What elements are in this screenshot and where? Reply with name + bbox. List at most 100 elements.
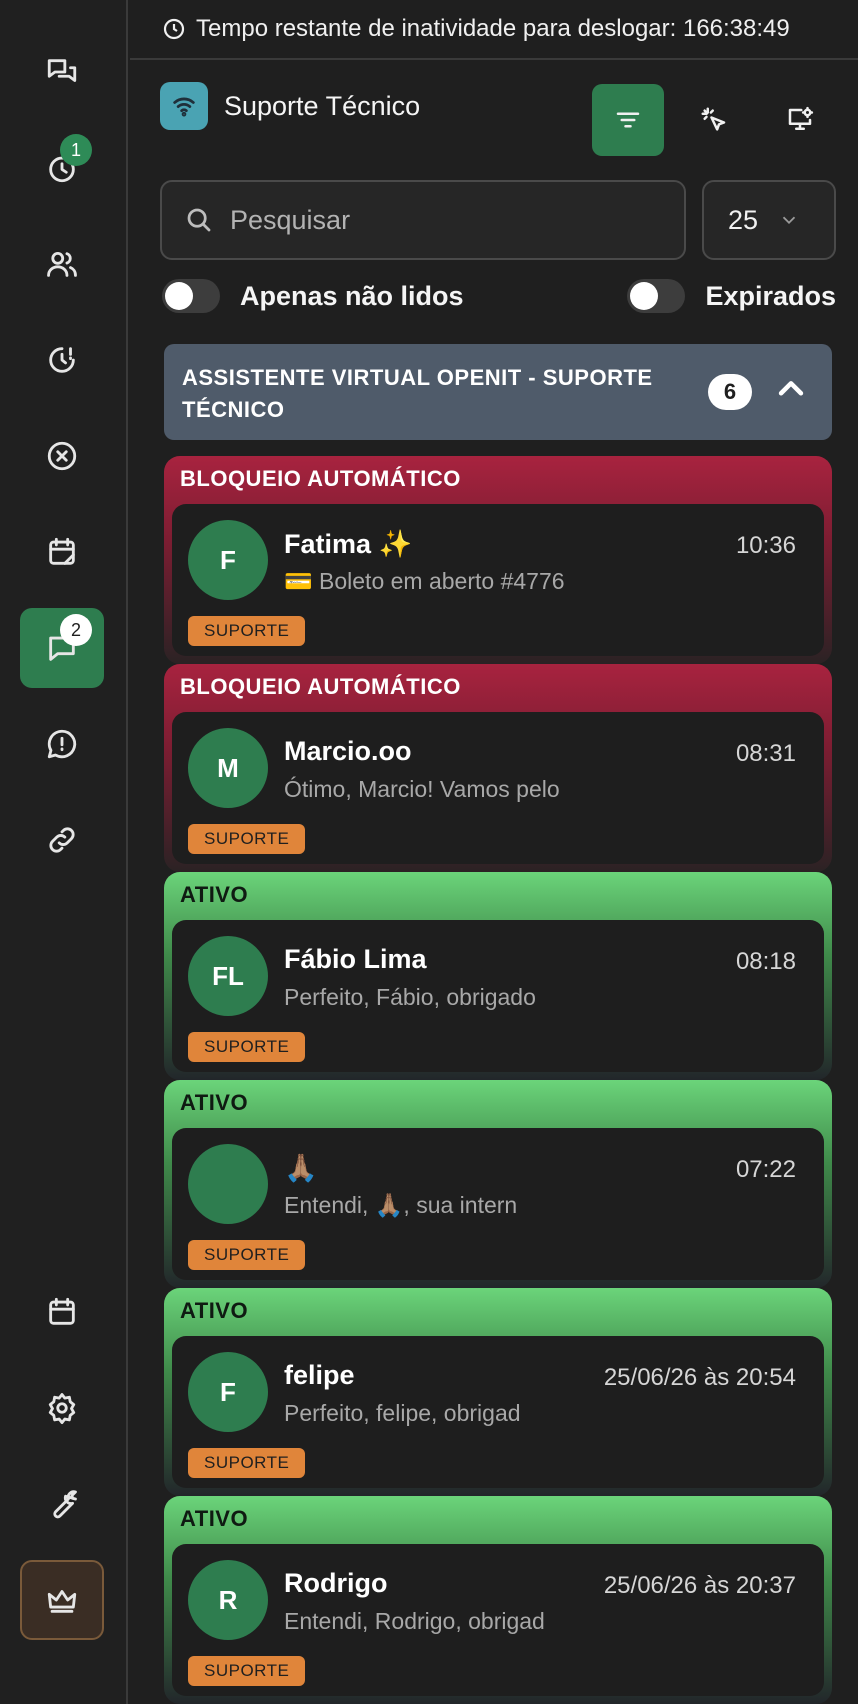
last-message: Perfeito, felipe, obrigad <box>284 1400 521 1426</box>
department-tag: SUPORTE <box>188 1032 306 1062</box>
chat-item[interactable]: ATIVO 🙏🏽 07:22 Entendi, 🙏🏽, sua intern S… <box>164 1080 832 1288</box>
group-title: ASSISTENTE VIRTUAL OPENIT - SUPORTE TÉCN… <box>182 365 653 422</box>
avatar: FL <box>188 936 268 1016</box>
sidebar-item-chats[interactable] <box>20 32 104 112</box>
last-message: Ótimo, Marcio! Vamos pelo <box>284 776 560 802</box>
contact-name: Marcio.oo <box>284 736 412 766</box>
last-message: Entendi, 🙏🏽, sua intern <box>284 1192 518 1218</box>
chat-body: FL Fábio Lima 08:18 Perfeito, Fábio, obr… <box>172 920 824 1072</box>
sidebar-item-tools[interactable] <box>20 1464 104 1544</box>
filter-toggles: Apenas não lidos Expirados <box>162 278 836 314</box>
contact-name: felipe <box>284 1360 355 1390</box>
queue-group-header[interactable]: ASSISTENTE VIRTUAL OPENIT - SUPORTE TÉCN… <box>164 344 832 440</box>
search-row: 25 <box>160 180 836 260</box>
expired-filter: Expirados <box>627 279 836 313</box>
chat-time: 08:31 <box>735 740 796 767</box>
expired-label: Expirados <box>705 280 836 311</box>
chat-list: BLOQUEIO AUTOMÁTICO F Fatima ✨ 10:36 💳 B… <box>164 456 832 1704</box>
chat-time: 07:22 <box>735 1156 796 1183</box>
filter-button[interactable] <box>592 84 664 156</box>
chat-time: 10:36 <box>735 532 796 559</box>
contact-name: Fábio Lima <box>284 944 427 974</box>
sidebar-item-history[interactable]: 1 <box>20 128 104 208</box>
chat-body: R Rodrigo 25/06/26 às 20:37 Entendi, Rod… <box>172 1544 824 1696</box>
collapse-group-button[interactable] <box>774 372 814 412</box>
department-tag: SUPORTE <box>188 824 306 854</box>
sidebar-item-contacts[interactable] <box>20 224 104 304</box>
page-size-select[interactable]: 25 <box>702 180 836 260</box>
wifi-icon <box>173 97 195 117</box>
page-title: Suporte Técnico <box>224 90 421 121</box>
search-icon <box>187 208 211 232</box>
department-tag: SUPORTE <box>188 1656 306 1686</box>
chevron-down-icon <box>782 216 796 225</box>
screen-settings-button[interactable] <box>764 84 836 156</box>
avatar: R <box>188 1560 268 1640</box>
monitor-settings-icon <box>788 106 814 130</box>
chat-time: 25/06/26 às 20:54 <box>603 1364 796 1391</box>
chat-body: M Marcio.oo 08:31 Ótimo, Marcio! Vamos p… <box>172 712 824 864</box>
messages-badge: 2 <box>60 614 92 646</box>
inactivity-timer: Tempo restante de inatividade para deslo… <box>130 0 858 60</box>
search-input[interactable] <box>230 204 610 236</box>
avatar: F <box>188 1352 268 1432</box>
history-badge: 1 <box>60 134 92 166</box>
avatar: M <box>188 728 268 808</box>
main-panel: Tempo restante de inatividade para deslo… <box>130 0 858 1704</box>
queue-header: Suporte Técnico <box>160 82 836 156</box>
unread-toggle[interactable] <box>162 279 220 313</box>
header-actions <box>592 84 836 156</box>
search-box <box>160 180 686 260</box>
chat-item[interactable]: BLOQUEIO AUTOMÁTICO F Fatima ✨ 10:36 💳 B… <box>164 456 832 664</box>
avatar <box>188 1144 268 1224</box>
sidebar-item-pending[interactable] <box>20 320 104 400</box>
sidebar: 1 2 <box>0 0 128 1704</box>
chat-status: BLOQUEIO AUTOMÁTICO <box>180 674 461 699</box>
group-count-badge: 6 <box>708 374 752 410</box>
department-tag: SUPORTE <box>188 1448 306 1478</box>
cursor-click-icon <box>701 107 726 131</box>
sidebar-item-calendar[interactable] <box>20 1272 104 1352</box>
sidebar-item-messages[interactable]: 2 <box>20 608 104 688</box>
inactivity-timer-text: Tempo restante de inatividade para deslo… <box>196 15 790 42</box>
chat-item[interactable]: ATIVO R Rodrigo 25/06/26 às 20:37 Entend… <box>164 1496 832 1704</box>
department-tag: SUPORTE <box>188 1240 306 1270</box>
sidebar-item-link[interactable] <box>20 800 104 880</box>
chats-icon <box>47 59 77 82</box>
last-message: Perfeito, Fábio, obrigado <box>284 984 536 1010</box>
select-mode-button[interactable] <box>678 84 750 156</box>
closed-icon <box>47 441 77 471</box>
chat-status: ATIVO <box>180 1506 249 1531</box>
tools-icon <box>53 1490 77 1519</box>
sidebar-item-premium[interactable] <box>20 1560 104 1640</box>
calendar-icon <box>49 1297 75 1325</box>
chat-time: 08:18 <box>735 948 796 975</box>
sidebar-item-settings[interactable] <box>20 1368 104 1448</box>
calendar-note-icon <box>49 537 75 565</box>
queue-logo <box>160 82 208 130</box>
chat-status: ATIVO <box>180 882 249 907</box>
contacts-icon <box>47 251 77 277</box>
chat-body: 🙏🏽 07:22 Entendi, 🙏🏽, sua intern SUPORTE <box>172 1128 824 1280</box>
unread-label: Apenas não lidos <box>240 280 464 311</box>
department-tag: SUPORTE <box>188 616 306 646</box>
page-size-value: 25 <box>728 204 759 235</box>
link-icon <box>49 827 75 853</box>
chat-status: ATIVO <box>180 1298 249 1323</box>
chat-item[interactable]: BLOQUEIO AUTOMÁTICO M Marcio.oo 08:31 Ót… <box>164 664 832 872</box>
chat-body: F Fatima ✨ 10:36 💳 Boleto em aberto #477… <box>172 504 824 656</box>
contact-name: 🙏🏽 <box>284 1153 318 1183</box>
sidebar-item-alert-chat[interactable] <box>20 704 104 784</box>
clock-icon <box>163 18 185 40</box>
expired-toggle[interactable] <box>627 279 686 313</box>
chat-body: F felipe 25/06/26 às 20:54 Perfeito, fel… <box>172 1336 824 1488</box>
chevron-up-icon <box>778 381 804 396</box>
last-message: Entendi, Rodrigo, obrigad <box>284 1608 545 1634</box>
sidebar-item-calendar-note[interactable] <box>20 512 104 592</box>
chat-status: BLOQUEIO AUTOMÁTICO <box>180 466 461 491</box>
last-message: 💳 Boleto em aberto #4776 <box>284 568 565 594</box>
sidebar-item-closed[interactable] <box>20 416 104 496</box>
settings-icon <box>48 1393 76 1425</box>
chat-item[interactable]: ATIVO FL Fábio Lima 08:18 Perfeito, Fábi… <box>164 872 832 1080</box>
chat-item[interactable]: ATIVO F felipe 25/06/26 às 20:54 Perfeit… <box>164 1288 832 1496</box>
